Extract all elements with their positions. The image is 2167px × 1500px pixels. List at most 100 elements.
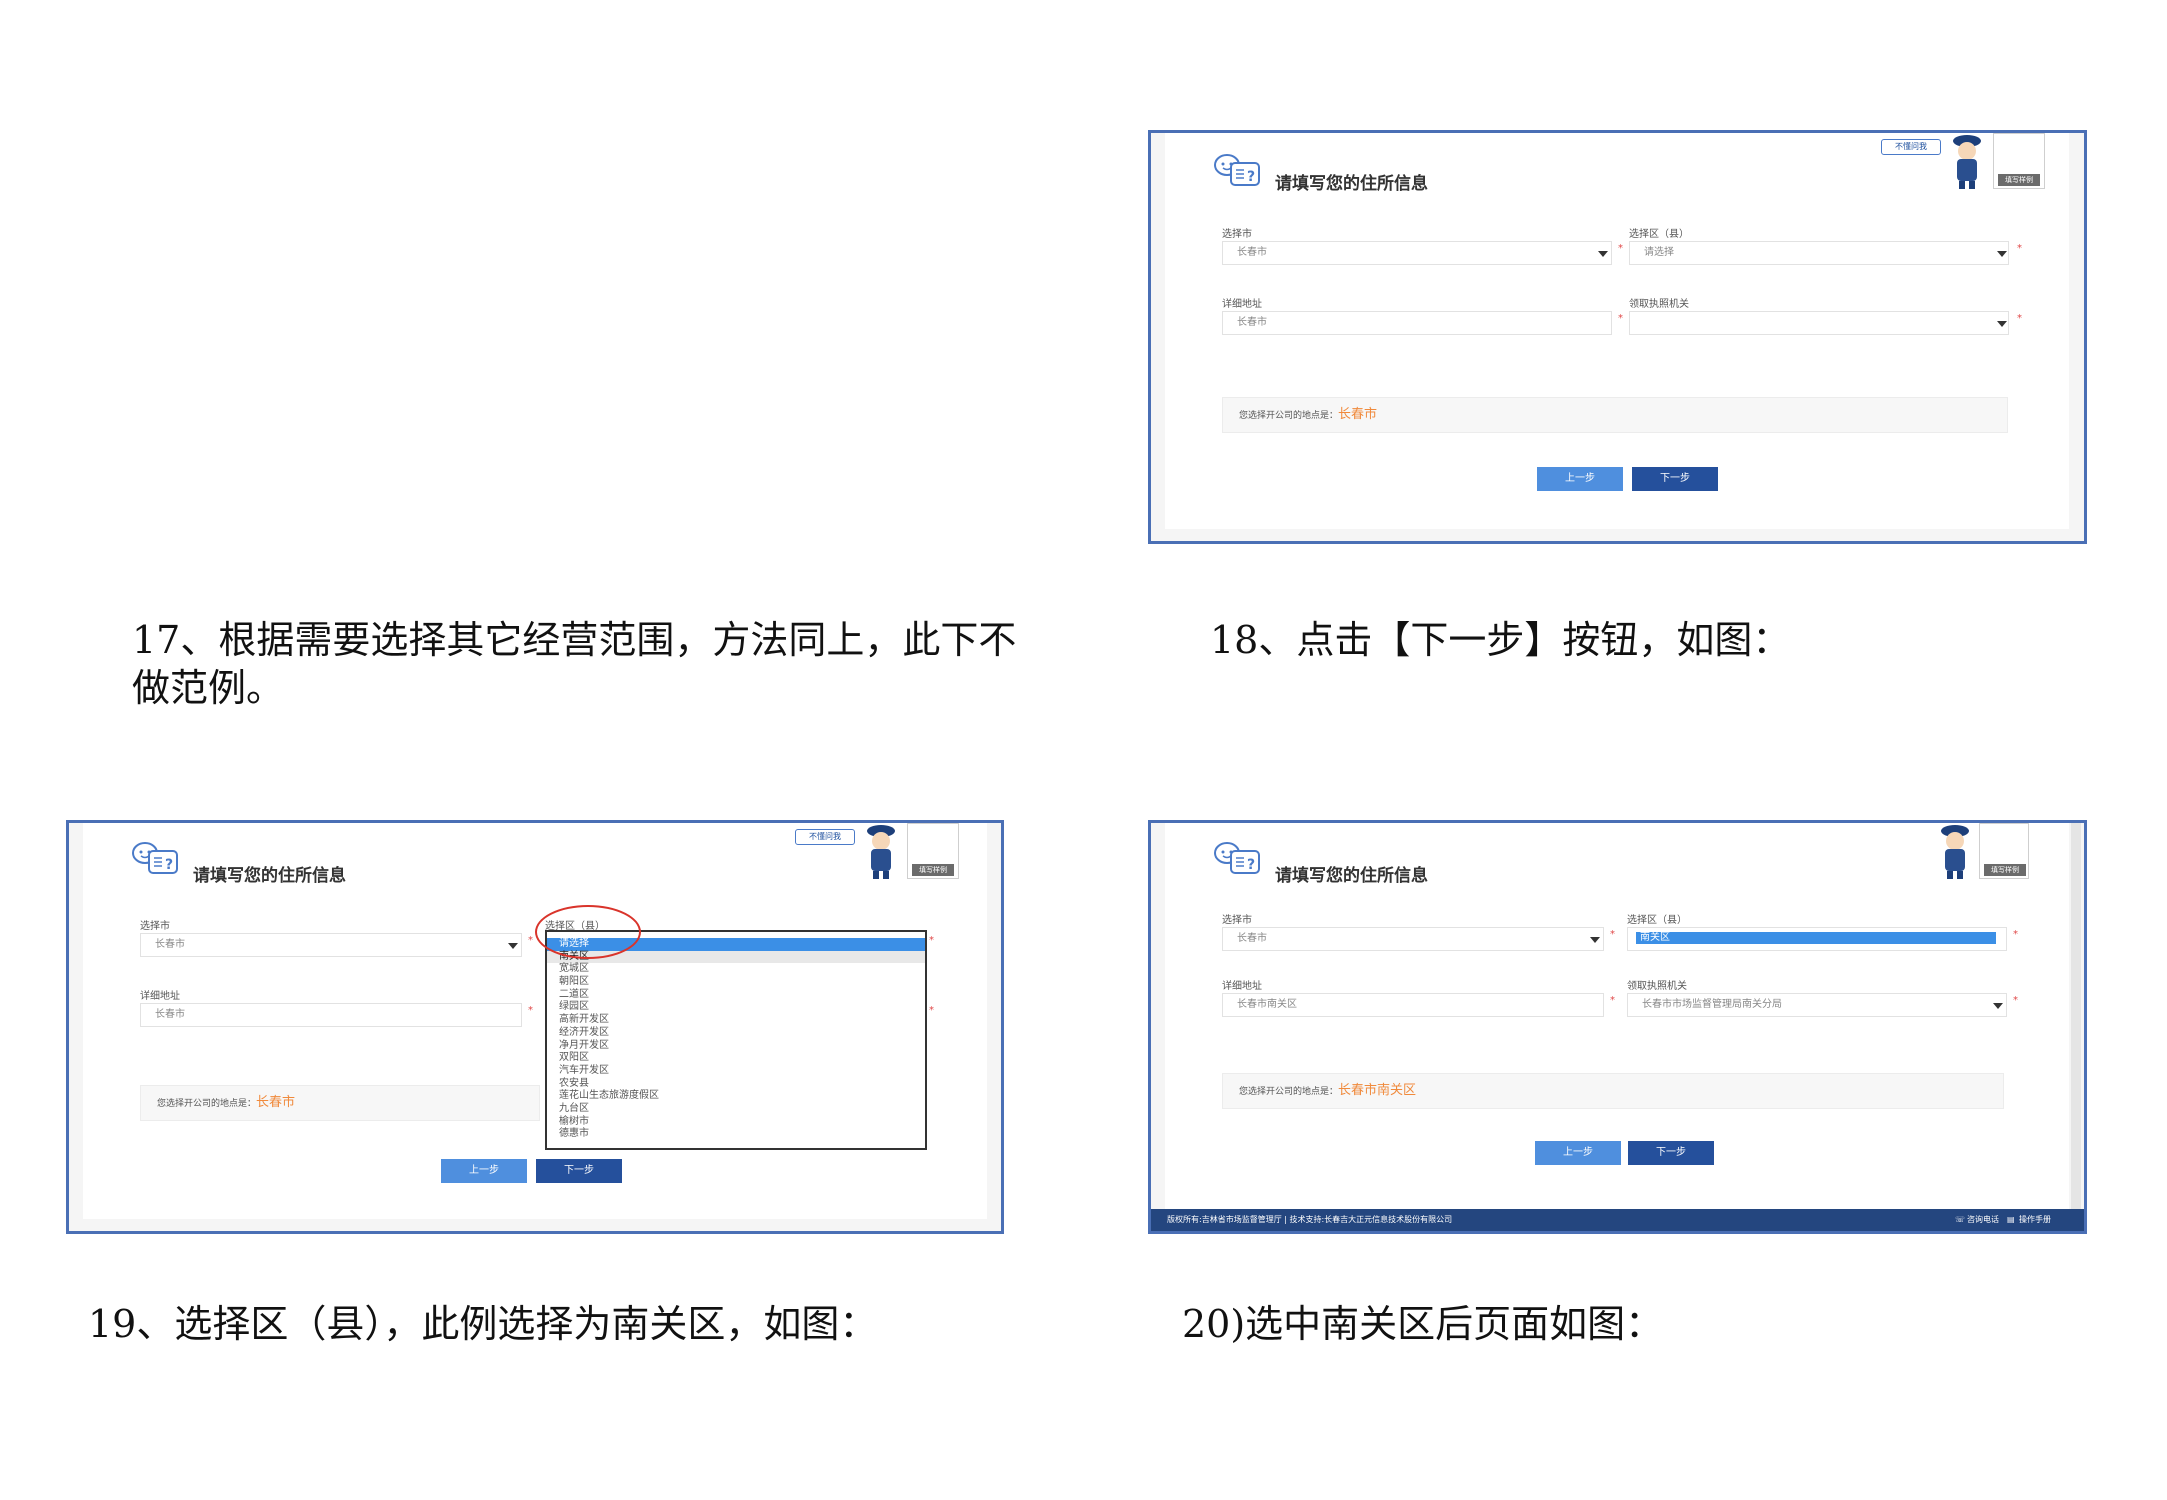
highlight-circle <box>535 905 641 959</box>
district-option[interactable]: 净月开发区 <box>547 1040 925 1053</box>
district-option[interactable]: 农安县 <box>547 1078 925 1091</box>
footer-manual[interactable]: 操作手册 <box>2019 1209 2051 1231</box>
caption-19: 19、选择区（县），此例选择为南关区，如图： <box>88 1302 878 1346</box>
svg-text:?: ? <box>165 857 173 873</box>
location-value: 长春市 <box>256 1095 296 1110</box>
district-selected-value: 南关区 <box>1636 932 1996 944</box>
next-button[interactable]: 下一步 <box>536 1159 622 1183</box>
city-select[interactable]: 长春市 <box>1222 927 1604 951</box>
help-badge[interactable]: 不懂问我 <box>1881 139 1941 155</box>
city-label: 选择市 <box>140 921 170 932</box>
required-mark: * <box>1618 243 1623 254</box>
vertical-scrollbar[interactable] <box>2071 823 2081 1209</box>
district-option[interactable]: 二道区 <box>547 989 925 1002</box>
address-label: 详细地址 <box>1222 981 1262 992</box>
location-summary: 您选择开公司的地点是：长春市南关区 <box>1222 1073 2004 1109</box>
chat-question-icon: ? <box>132 842 178 874</box>
required-mark: * <box>2017 313 2022 324</box>
screenshot-step-18: ? 请填写您的住所信息 不懂问我 填写样例 选择市 长春市 * 选择区（县） 请… <box>1148 130 2087 544</box>
address-label: 详细地址 <box>1222 299 1262 310</box>
required-mark: * <box>1618 313 1623 324</box>
screenshot-step-19: ? 请填写您的住所信息 不懂问我 填写样例 选择市 长春市 * 选择区（县） 详… <box>66 820 1004 1234</box>
caption-17-line1: 17、根据需要选择其它经营范围，方法同上，此下不 <box>132 618 1017 662</box>
example-label: 填写样例 <box>1984 864 2026 876</box>
form-title: 请填写您的住所信息 <box>1275 866 1428 886</box>
required-mark: * <box>1610 929 1615 940</box>
location-summary: 您选择开公司的地点是：长春市 <box>140 1085 540 1121</box>
location-prefix: 您选择开公司的地点是： <box>1239 1087 1339 1097</box>
caption-20: 20)选中南关区后页面如图： <box>1182 1302 1664 1346</box>
form-title: 请填写您的住所信息 <box>193 866 346 886</box>
office-select[interactable] <box>1629 311 2009 335</box>
city-label: 选择市 <box>1222 915 1252 926</box>
caption-17: 17、根据需要选择其它经营范围，方法同上，此下不 做范例。 <box>132 616 1052 712</box>
district-option[interactable]: 德惠市 <box>547 1128 925 1141</box>
required-mark: * <box>2013 995 2018 1006</box>
example-card[interactable]: 填写样例 <box>1993 133 2045 189</box>
prev-button[interactable]: 上一步 <box>1535 1141 1621 1165</box>
police-mascot-icon <box>867 825 895 879</box>
required-mark: * <box>2017 243 2022 254</box>
district-option[interactable]: 九台区 <box>547 1103 925 1116</box>
prev-button[interactable]: 上一步 <box>441 1159 527 1183</box>
office-select[interactable]: 长春市市场监督管理局南关分局 <box>1627 993 2007 1017</box>
phone-icon: ☏ <box>1955 1215 1966 1224</box>
footer-phone[interactable]: 咨询电话 <box>1967 1209 1999 1231</box>
example-label: 填写样例 <box>912 864 954 876</box>
prev-button[interactable]: 上一步 <box>1537 467 1623 491</box>
address-input[interactable]: 长春市南关区 <box>1222 993 1604 1017</box>
city-select[interactable]: 长春市 <box>1222 241 1612 265</box>
chevron-down-icon <box>1590 937 1600 943</box>
address-label: 详细地址 <box>140 991 180 1002</box>
next-button[interactable]: 下一步 <box>1628 1141 1714 1165</box>
chevron-down-icon <box>1997 321 2007 327</box>
example-card[interactable]: 填写样例 <box>1979 823 2029 879</box>
form-panel: ? 请填写您的住所信息 填写样例 选择市 长春市 * 选择区（县） 南关区 * … <box>1165 823 2069 1209</box>
district-option[interactable]: 绿园区 <box>547 1001 925 1014</box>
form-panel: ? 请填写您的住所信息 不懂问我 填写样例 选择市 长春市 * 选择区（县） 请… <box>1165 133 2069 529</box>
location-value: 长春市 <box>1338 407 1378 422</box>
required-mark: * <box>929 935 934 946</box>
district-label: 选择区（县） <box>1627 915 1687 926</box>
help-badge[interactable]: 不懂问我 <box>795 829 855 845</box>
location-prefix: 您选择开公司的地点是： <box>157 1099 257 1109</box>
svg-text:?: ? <box>1247 857 1255 873</box>
office-label: 领取执照机关 <box>1627 981 1687 992</box>
svg-text:?: ? <box>1247 169 1255 185</box>
district-select[interactable]: 请选择 <box>1629 241 2009 265</box>
location-summary: 您选择开公司的地点是：长春市 <box>1222 397 2008 433</box>
form-panel: ? 请填写您的住所信息 不懂问我 填写样例 选择市 长春市 * 选择区（县） 详… <box>83 823 987 1219</box>
chevron-down-icon <box>508 943 518 949</box>
chat-question-icon: ? <box>1214 842 1260 874</box>
page-footer: 版权所有:吉林省市场监督管理厅 | 技术支持:长春吉大正元信息技术股份有限公司 … <box>1151 1209 2084 1231</box>
city-label: 选择市 <box>1222 229 1252 240</box>
district-option[interactable]: 莲花山生态旅游度假区 <box>547 1090 925 1103</box>
district-option[interactable]: 汽车开发区 <box>547 1065 925 1078</box>
district-option[interactable]: 榆树市 <box>547 1116 925 1129</box>
location-value: 长春市南关区 <box>1338 1083 1417 1098</box>
footer-copyright: 版权所有:吉林省市场监督管理厅 | 技术支持:长春吉大正元信息技术股份有限公司 <box>1167 1215 1453 1224</box>
screenshot-step-20: ? 请填写您的住所信息 填写样例 选择市 长春市 * 选择区（县） 南关区 * … <box>1148 820 2087 1234</box>
chevron-down-icon <box>1993 1003 2003 1009</box>
required-mark: * <box>929 1005 934 1016</box>
caption-17-line2: 做范例。 <box>132 666 285 710</box>
example-label: 填写样例 <box>1998 174 2040 186</box>
district-option[interactable]: 朝阳区 <box>547 976 925 989</box>
district-option[interactable]: 宽城区 <box>547 963 925 976</box>
district-dropdown-list[interactable]: 请选择 南关区 宽城区 朝阳区 二道区 绿园区 高新开发区 经济开发区 净月开发… <box>545 930 927 1150</box>
required-mark: * <box>2013 929 2018 940</box>
police-mascot-icon <box>1953 135 1981 189</box>
city-select[interactable]: 长春市 <box>140 933 522 957</box>
address-input[interactable]: 长春市 <box>140 1003 522 1027</box>
district-option[interactable]: 双阳区 <box>547 1052 925 1065</box>
next-button[interactable]: 下一步 <box>1632 467 1718 491</box>
example-card[interactable]: 填写样例 <box>907 823 959 879</box>
office-label: 领取执照机关 <box>1629 299 1689 310</box>
district-label: 选择区（县） <box>1629 229 1689 240</box>
district-option[interactable]: 高新开发区 <box>547 1014 925 1027</box>
district-select[interactable]: 南关区 <box>1627 927 2007 951</box>
chevron-down-icon <box>1598 251 1608 257</box>
district-option[interactable]: 经济开发区 <box>547 1027 925 1040</box>
police-mascot-icon <box>1941 825 1969 879</box>
address-input[interactable]: 长春市 <box>1222 311 1612 335</box>
